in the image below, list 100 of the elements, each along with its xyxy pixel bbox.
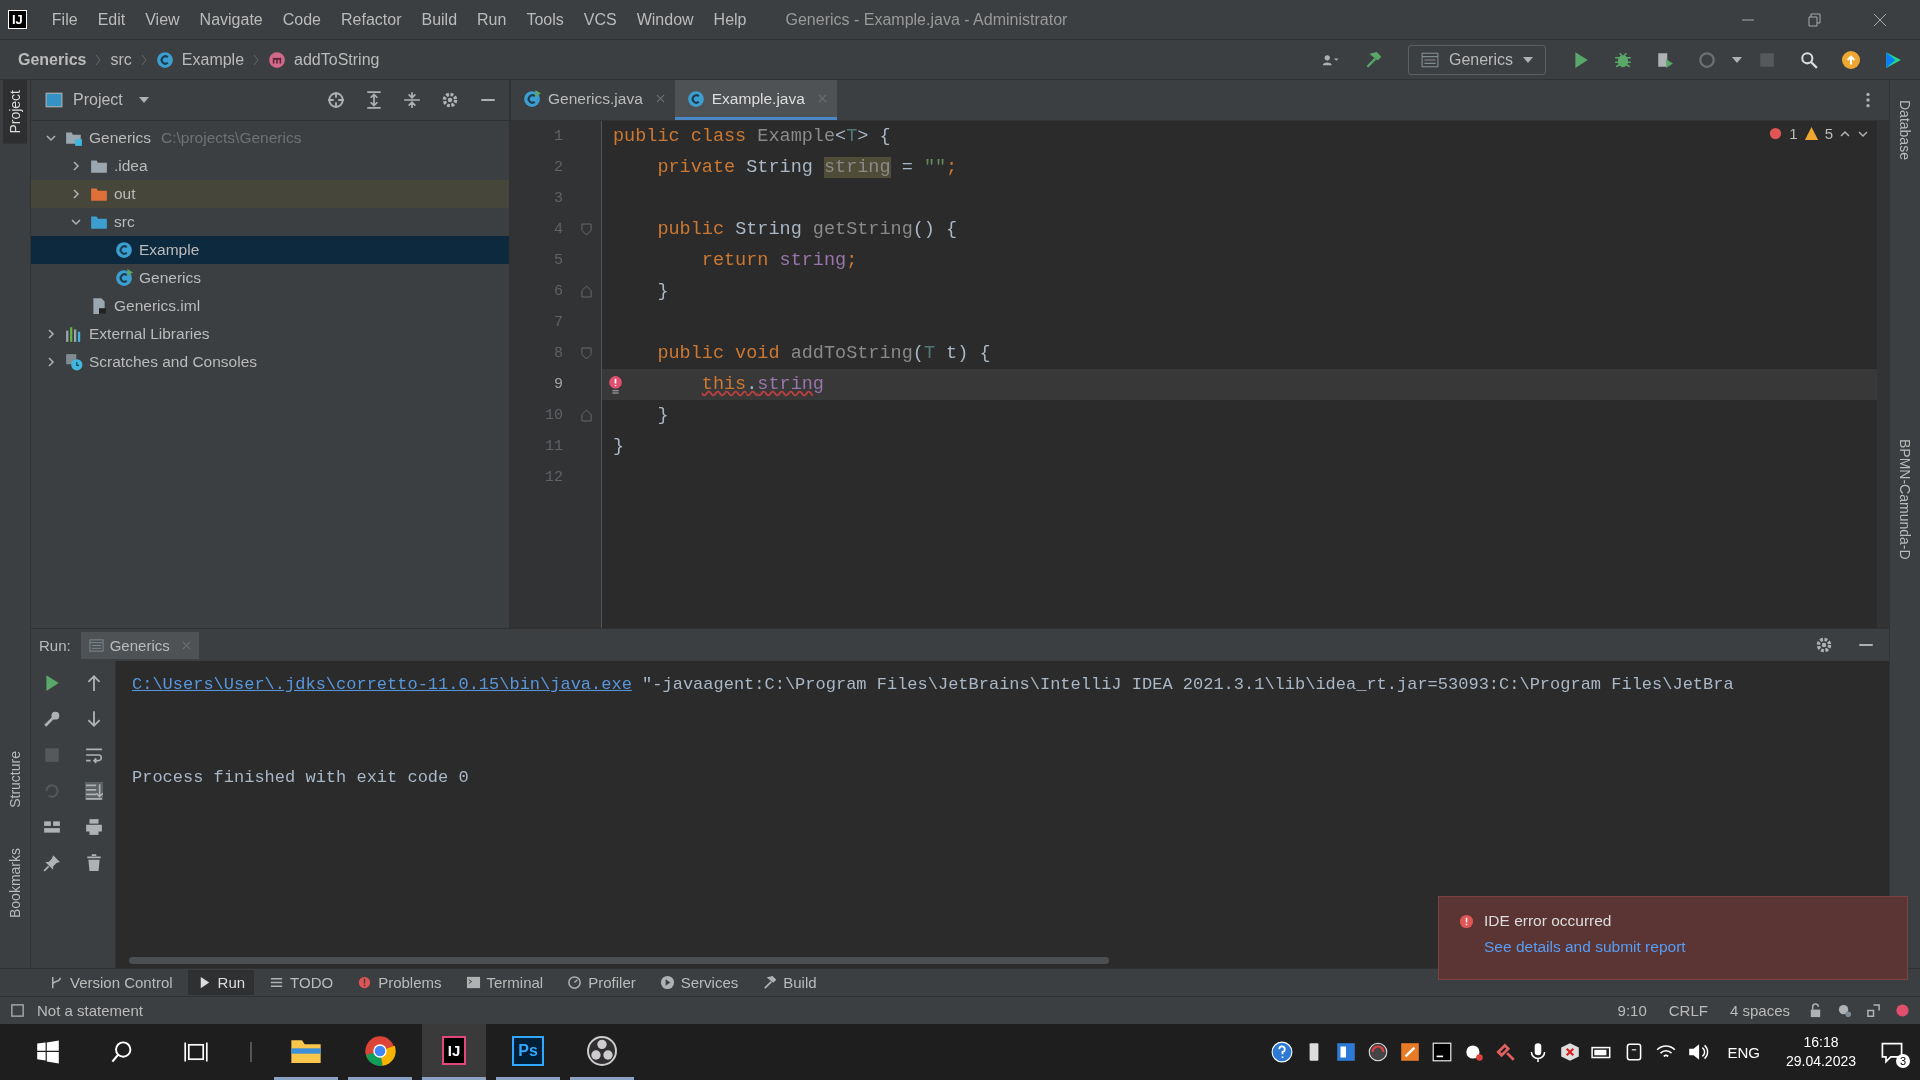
- clock[interactable]: 16:18 29.04.2023: [1785, 1033, 1856, 1071]
- error-icon[interactable]: [1895, 1003, 1910, 1018]
- notification-center-button[interactable]: 3: [1874, 1034, 1910, 1070]
- language-indicator[interactable]: ENG: [1727, 1043, 1760, 1061]
- windows-start-icon[interactable]: [36, 1040, 60, 1064]
- chevron-right-icon[interactable]: [70, 188, 82, 200]
- menu-item[interactable]: Window: [627, 6, 703, 33]
- menu-item[interactable]: Code: [273, 6, 330, 33]
- tool-window-button[interactable]: Problems: [348, 970, 451, 995]
- pin-icon[interactable]: [43, 854, 61, 872]
- tray-app-icon[interactable]: [1559, 1041, 1582, 1063]
- arrow-up-icon[interactable]: [85, 674, 103, 692]
- tool-window-tab[interactable]: BPMN-Camunda-D: [1893, 428, 1917, 570]
- menu-item[interactable]: File: [42, 6, 87, 33]
- tree-item[interactable]: src: [31, 208, 509, 236]
- run-icon[interactable]: [43, 674, 61, 692]
- menu-item[interactable]: Help: [704, 6, 756, 33]
- tree-item[interactable]: External Libraries: [31, 320, 509, 348]
- tray-app-icon[interactable]: [1399, 1041, 1422, 1063]
- inspector-icon[interactable]: [1837, 1003, 1852, 1018]
- menu-item[interactable]: Refactor: [332, 6, 411, 33]
- menu-item[interactable]: Run: [468, 6, 516, 33]
- tool-window-tab[interactable]: Project: [3, 80, 27, 144]
- help-icon[interactable]: [1271, 1041, 1294, 1063]
- error-bulb-icon[interactable]: [608, 375, 623, 394]
- restore-icon[interactable]: [1806, 11, 1822, 28]
- coverage-icon[interactable]: [1656, 50, 1674, 69]
- arrow-down-icon[interactable]: [85, 710, 103, 728]
- chevron-down-icon[interactable]: [45, 132, 57, 144]
- tool-window-tab[interactable]: Database: [1893, 90, 1917, 170]
- tool-window-button[interactable]: Services: [650, 970, 748, 995]
- trash-icon[interactable]: [85, 854, 103, 872]
- chevron-down-icon[interactable]: [70, 216, 82, 228]
- menu-item[interactable]: Build: [412, 6, 467, 33]
- menu-item[interactable]: Edit: [88, 6, 135, 33]
- tray-app-icon[interactable]: [1335, 1041, 1358, 1063]
- breadcrumb[interactable]: addToString: [294, 50, 380, 69]
- caret-position[interactable]: 9:10: [1613, 1002, 1651, 1019]
- tray-app-icon[interactable]: [1367, 1041, 1390, 1063]
- search-icon[interactable]: [1800, 50, 1818, 69]
- chevron-right-icon[interactable]: [70, 160, 82, 172]
- settings-icon[interactable]: [1815, 636, 1833, 654]
- tool-window-tab[interactable]: Bookmarks: [3, 837, 27, 928]
- lock-icon[interactable]: [1808, 1003, 1823, 1018]
- run-icon[interactable]: [1572, 50, 1590, 69]
- task-view-icon[interactable]: [184, 1040, 208, 1064]
- chevron-right-icon[interactable]: [45, 328, 57, 340]
- scrollbar-thumb[interactable]: [129, 957, 1109, 964]
- scroll-to-end-icon[interactable]: [85, 782, 103, 800]
- taskbar-app[interactable]: Ps: [496, 1024, 560, 1080]
- menu-item[interactable]: Navigate: [190, 6, 272, 33]
- update-icon[interactable]: [1842, 50, 1860, 69]
- report-link[interactable]: See details and submit report: [1484, 938, 1887, 956]
- memory-icon[interactable]: [1866, 1003, 1881, 1018]
- wrench-icon[interactable]: [43, 710, 61, 728]
- warning-count[interactable]: 5: [1824, 125, 1833, 142]
- tree-item[interactable]: Example: [31, 236, 509, 264]
- search-icon[interactable]: [110, 1040, 134, 1064]
- error-count[interactable]: 1: [1789, 125, 1798, 142]
- crosshair-icon[interactable]: [327, 91, 345, 109]
- settings-icon[interactable]: [441, 91, 459, 109]
- tree-item[interactable]: out: [31, 180, 509, 208]
- tray-app-icon[interactable]: [1431, 1041, 1454, 1063]
- tool-window-button[interactable]: Version Control: [40, 970, 182, 995]
- tree-item[interactable]: Scratches and Consoles: [31, 348, 509, 376]
- caret-icon[interactable]: [1732, 56, 1742, 63]
- bug-icon[interactable]: [1614, 50, 1632, 69]
- expand-all-icon[interactable]: [365, 91, 383, 109]
- tree-item[interactable]: Generics.iml: [31, 292, 509, 320]
- fold-start-icon[interactable]: [581, 347, 592, 360]
- run-configuration-dropdown[interactable]: Generics: [1407, 44, 1546, 75]
- panel-toggle-icon[interactable]: [10, 1003, 25, 1018]
- plugin-logo-icon[interactable]: [1884, 50, 1902, 69]
- collapse-all-icon[interactable]: [403, 91, 421, 109]
- fold-start-icon[interactable]: [581, 223, 592, 236]
- panel-title-dropdown[interactable]: Project: [73, 91, 149, 109]
- tool-window-button[interactable]: Build: [753, 970, 826, 995]
- tool-window-tab[interactable]: Structure: [3, 741, 27, 818]
- breadcrumb[interactable]: src: [110, 50, 132, 69]
- taskbar-app[interactable]: IJ: [422, 1024, 486, 1080]
- editor-tab[interactable]: Example.java: [674, 80, 837, 120]
- tree-item[interactable]: .idea: [31, 152, 509, 180]
- breadcrumb[interactable]: Generics: [18, 50, 87, 69]
- layout-icon[interactable]: [43, 818, 61, 836]
- file-path-link[interactable]: C:\Users\User\.jdks\corretto-11.0.15\bin\java.exe: [132, 675, 632, 694]
- editor-tab[interactable]: Generics.java: [511, 80, 675, 120]
- tool-window-button[interactable]: Profiler: [558, 970, 645, 995]
- tool-window-button[interactable]: TODO: [260, 970, 343, 995]
- run-tab[interactable]: Generics: [80, 631, 199, 659]
- menu-item[interactable]: Tools: [517, 6, 573, 33]
- chevron-right-icon[interactable]: [45, 356, 57, 368]
- tree-item[interactable]: Generics: [31, 264, 509, 292]
- menu-item[interactable]: View: [136, 6, 189, 33]
- soft-wrap-icon[interactable]: [85, 746, 103, 764]
- indent-setting[interactable]: 4 spaces: [1725, 1002, 1794, 1019]
- tool-window-button[interactable]: Run: [187, 970, 255, 995]
- tool-window-button[interactable]: Terminal: [456, 970, 553, 995]
- print-icon[interactable]: [85, 818, 103, 836]
- menu-item[interactable]: VCS: [574, 6, 626, 33]
- close-icon[interactable]: [1872, 11, 1888, 28]
